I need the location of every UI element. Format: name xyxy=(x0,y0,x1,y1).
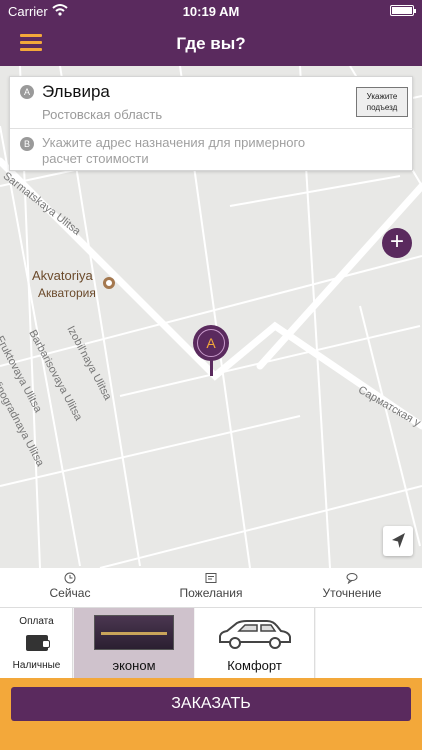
option-tabs: Сейчас Пожелания Уточнение xyxy=(0,568,422,608)
navigation-arrow-icon xyxy=(392,533,405,548)
tariff-econom[interactable]: эконом xyxy=(74,608,194,678)
pickup-region: Ростовская область xyxy=(42,107,163,122)
destination-pin-icon: B xyxy=(20,137,34,151)
status-bar: Carrier 10:19 AM xyxy=(0,0,422,22)
destination-placeholder: Укажите адрес назначения для примерного … xyxy=(42,135,306,166)
entrance-button[interactable]: Укажите подъезд xyxy=(356,87,408,117)
tab-now[interactable]: Сейчас xyxy=(0,568,140,608)
pickup-address: Эльвира xyxy=(42,82,110,101)
order-bar: ЗАКАЗАТЬ xyxy=(0,678,422,750)
page-title: Где вы? xyxy=(176,34,246,53)
tab-label: Пожелания xyxy=(179,586,243,600)
tab-wishes[interactable]: Пожелания xyxy=(141,568,281,608)
tariff-name: эконом xyxy=(112,658,156,673)
address-card: A Эльвира Ростовская область Укажите под… xyxy=(9,76,414,172)
car-icon xyxy=(219,620,291,649)
payment-value: Наличные xyxy=(12,660,61,671)
pickup-pin-icon: A xyxy=(20,85,34,99)
battery-icon xyxy=(390,5,416,16)
tariff-empty-slot xyxy=(316,608,422,678)
top-bar: Carrier 10:19 AM Где вы? xyxy=(0,0,422,66)
clock-time: 10:19 AM xyxy=(182,4,240,19)
poi-name-ru: Акватория xyxy=(38,286,96,300)
marker-letter: A xyxy=(197,329,225,357)
payment-label: Оплата xyxy=(19,616,54,627)
poi-icon[interactable] xyxy=(103,277,115,289)
pickup-row[interactable]: A Эльвира Ростовская область Укажите под… xyxy=(10,77,414,129)
note-icon xyxy=(205,573,217,583)
map-view[interactable]: A Эльвира Ростовская область Укажите под… xyxy=(0,66,422,568)
marker-stem xyxy=(210,360,213,376)
poi-name: Akvatoriya xyxy=(32,268,93,283)
tab-label: Уточнение xyxy=(322,586,382,600)
nav-bar: Где вы? xyxy=(0,22,422,66)
zoom-in-button[interactable]: + xyxy=(382,228,412,258)
locate-button[interactable] xyxy=(383,526,413,556)
payment-selector[interactable]: Оплата Наличные xyxy=(0,608,73,678)
tariff-comfort[interactable]: Комфорт xyxy=(195,608,315,678)
tab-label: Сейчас xyxy=(49,586,91,600)
tariff-name: Комфорт xyxy=(227,658,282,673)
tab-clarification[interactable]: Уточнение xyxy=(282,568,422,608)
clock-icon xyxy=(64,572,76,584)
chat-icon xyxy=(346,573,358,584)
tariff-row: Оплата Наличные эконом Комфорт xyxy=(0,608,422,678)
order-button[interactable]: ЗАКАЗАТЬ xyxy=(11,687,411,721)
wallet-icon xyxy=(26,635,50,651)
econom-logo-image xyxy=(94,615,174,650)
destination-row[interactable]: B Укажите адрес назначения для примерног… xyxy=(10,129,414,172)
pickup-marker[interactable]: A xyxy=(193,325,229,361)
